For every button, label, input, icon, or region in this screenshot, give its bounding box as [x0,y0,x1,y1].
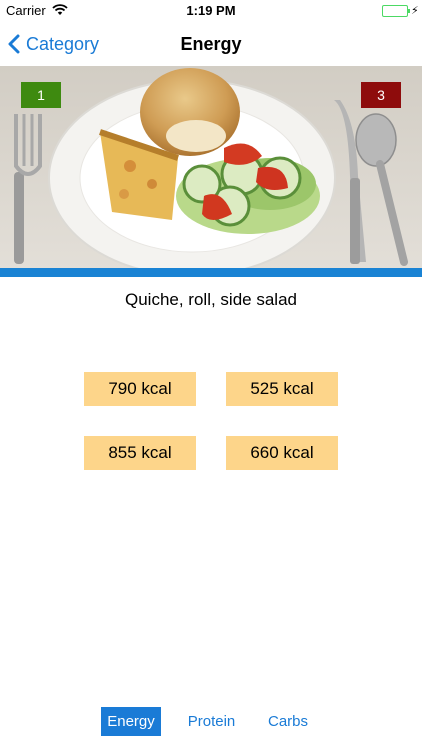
page-title: Energy [180,34,242,54]
tab-protein[interactable]: Protein [184,707,239,736]
rating-badge-left[interactable]: 1 [21,82,61,108]
tab-energy[interactable]: Energy [101,707,161,736]
answer-option-1[interactable]: 790 kcal [84,372,196,406]
answer-option-4[interactable]: 660 kcal [226,436,338,470]
clock: 1:19 PM [186,3,236,18]
navigation-bar: Category Energy [0,22,422,66]
rating-badge-right[interactable]: 3 [361,82,401,108]
tab-carbs[interactable]: Carbs [264,707,312,736]
answer-option-2[interactable]: 525 kcal [226,372,338,406]
answer-option-3[interactable]: 855 kcal [84,436,196,470]
photo-divider-strip [0,268,422,277]
status-bar: Carrier 1:19 PM ⚡ [0,0,422,22]
meal-name: Quiche, roll, side salad [125,290,297,309]
battery-icon: ⚡ [382,5,419,17]
meal-photo [0,66,422,270]
